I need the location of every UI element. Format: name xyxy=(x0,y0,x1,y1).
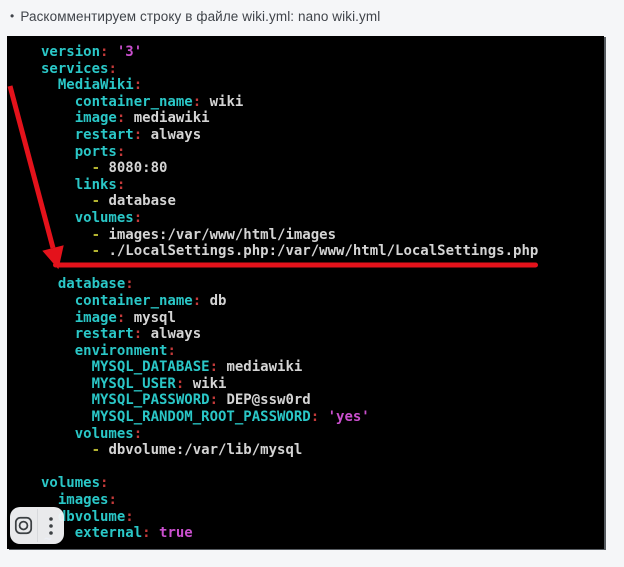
bullet-marker: • xyxy=(10,9,14,23)
code-line: MYSQL_RANDOM_ROOT_PASSWORD: 'yes' xyxy=(41,409,604,426)
image-toolbar-overlay xyxy=(10,507,64,544)
code-line xyxy=(41,459,604,476)
kebab-menu-icon xyxy=(42,515,60,537)
code-line: image: mediawiki xyxy=(41,110,604,127)
code-line: external: true xyxy=(41,525,604,542)
code-line: - dbvolume:/var/lib/mysql xyxy=(41,442,604,459)
code-line: version: '3' xyxy=(41,44,604,61)
yaml-editor-content: version: '3'services: MediaWiki: contain… xyxy=(7,36,604,542)
code-line: images: xyxy=(41,492,604,509)
code-line: restart: always xyxy=(41,326,604,343)
code-line: MYSQL_PASSWORD: DEP@ssw0rd xyxy=(41,392,604,409)
code-line: restart: always xyxy=(41,127,604,144)
code-line: links: xyxy=(41,177,604,194)
code-line: container_name: db xyxy=(41,293,604,310)
instruction-text: Раскомментируем строку в файле wiki.yml:… xyxy=(20,9,380,24)
visual-search-icon xyxy=(13,515,34,536)
more-options-button[interactable] xyxy=(38,507,65,544)
code-line: MediaWiki: xyxy=(41,77,604,94)
code-line xyxy=(41,260,604,277)
page: • Раскомментируем строку в файле wiki.yml… xyxy=(0,0,624,24)
code-line: volumes: xyxy=(41,426,604,443)
terminal-screenshot: version: '3'services: MediaWiki: contain… xyxy=(7,36,604,549)
code-line: - images:/var/www/html/images xyxy=(41,227,604,244)
code-line: MYSQL_DATABASE: mediawiki xyxy=(41,359,604,376)
code-line: ports: xyxy=(41,144,604,161)
code-line: services: xyxy=(41,61,604,78)
code-line: - database xyxy=(41,193,604,210)
code-line: - 8080:80 xyxy=(41,160,604,177)
code-line: environment: xyxy=(41,343,604,360)
code-line: - ./LocalSettings.php:/var/www/html/Loca… xyxy=(41,243,604,260)
code-line: volumes: xyxy=(41,475,604,492)
code-line: MYSQL_USER: wiki xyxy=(41,376,604,393)
instruction-line: • Раскомментируем строку в файле wiki.yml… xyxy=(0,0,624,24)
visual-search-button[interactable] xyxy=(10,507,37,544)
code-line: container_name: wiki xyxy=(41,94,604,111)
code-line: image: mysql xyxy=(41,310,604,327)
code-line: database: xyxy=(41,276,604,293)
code-line: dbvolume: xyxy=(41,509,604,526)
code-line: volumes: xyxy=(41,210,604,227)
